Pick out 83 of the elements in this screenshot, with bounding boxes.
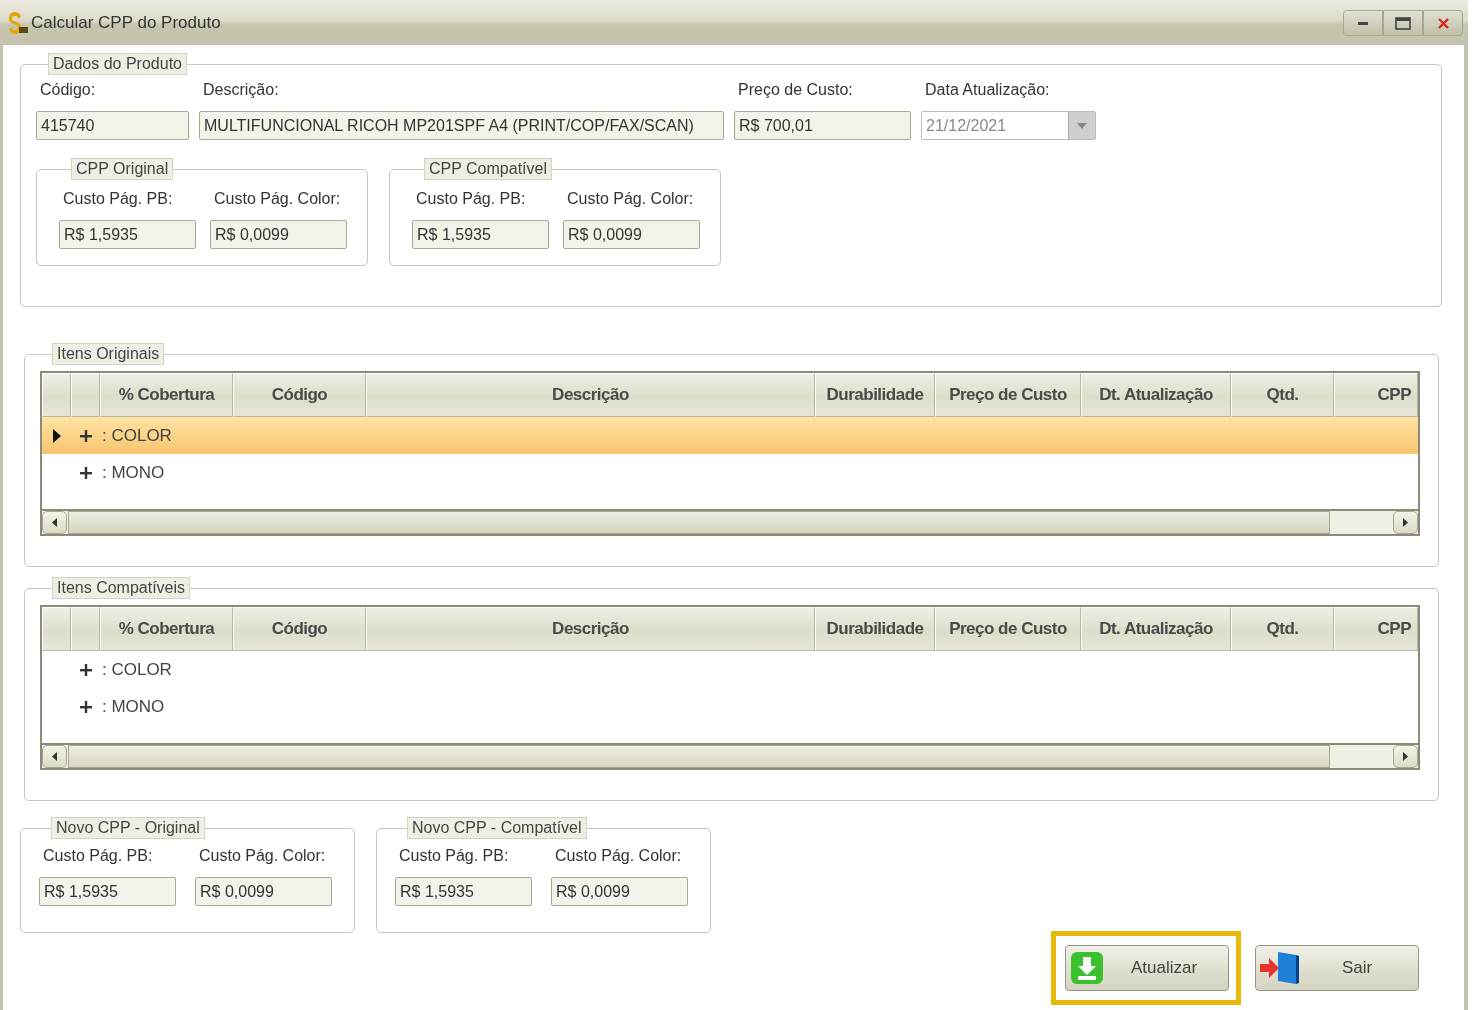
field-label: Custo Pág. PB: (415, 190, 527, 208)
row-label: : MONO (102, 462, 165, 483)
field-label: Custo Pág. PB: (398, 847, 510, 865)
input-field[interactable]: R$ 1,5935 (59, 220, 196, 249)
window-title: Calcular CPP do Produto (31, 12, 221, 33)
scroll-left-button[interactable] (42, 511, 67, 534)
column-header[interactable]: Dt. Atualização (1081, 373, 1231, 417)
group-title: Novo CPP - Original (51, 817, 205, 839)
scroll-thumb[interactable] (68, 745, 1330, 768)
minimize-button[interactable] (1343, 10, 1383, 36)
input-field[interactable]: R$ 1,5935 (39, 877, 176, 906)
input-field[interactable]: R$ 0,0099 (195, 877, 332, 906)
input-field[interactable]: R$ 0,0099 (563, 220, 700, 249)
left-arrow-icon (52, 518, 57, 527)
dropdown-arrow-icon (1077, 122, 1087, 129)
column-header[interactable]: % Cobertura (100, 373, 233, 417)
current-row-indicator-icon (52, 428, 61, 443)
door-exit-icon (1260, 950, 1300, 986)
field-label: Custo Pág. Color: (566, 190, 695, 208)
field-label: Custo Pág. Color: (213, 190, 342, 208)
group-title: Novo CPP - Compatível (407, 817, 587, 839)
action-button[interactable]: Sair (1255, 945, 1419, 991)
right-arrow-icon (1403, 518, 1408, 527)
input-field[interactable]: R$ 1,5935 (412, 220, 549, 249)
action-button[interactable]: Atualizar (1065, 945, 1229, 991)
column-header[interactable]: Código (233, 607, 366, 651)
group-title: CPP Compatível (424, 158, 552, 180)
row-label: : MONO (102, 696, 165, 717)
column-header[interactable]: CPP (1334, 373, 1418, 417)
scroll-left-button[interactable] (42, 745, 67, 768)
right-arrow-icon (1403, 752, 1408, 761)
column-header[interactable]: % Cobertura (100, 607, 233, 651)
left-arrow-icon (52, 752, 57, 761)
column-header[interactable]: Qtd. (1231, 373, 1334, 417)
column-header[interactable]: Durabilidade (815, 607, 935, 651)
group-row[interactable]: : MONO (42, 688, 1418, 725)
column-header[interactable]: Descrição (366, 373, 815, 417)
plus-icon[interactable] (79, 466, 92, 479)
scroll-right-button[interactable] (1393, 511, 1418, 534)
field-label: Descrição: (202, 81, 280, 99)
row-label: : COLOR (102, 425, 172, 446)
column-header[interactable]: Descrição (366, 607, 815, 651)
group-title: Itens Compatíveis (52, 577, 191, 599)
input-field[interactable]: MULTIFUNCIONAL RICOH MP201SPF A4 (PRINT/COP/FAX/SCAN) (199, 111, 724, 140)
input-field[interactable]: R$ 700,01 (734, 111, 911, 140)
column-header[interactable]: Código (233, 373, 366, 417)
group-title: CPP Original (71, 158, 174, 180)
field-label: Código: (39, 81, 97, 99)
field-label: Custo Pág. Color: (554, 847, 683, 865)
column-header[interactable]: CPP (1334, 607, 1418, 651)
field-label: Data Atualização: (924, 81, 1051, 99)
group-row[interactable]: : MONO (42, 454, 1418, 491)
horizontal-scrollbar[interactable] (42, 743, 1418, 768)
field-label: Preço de Custo: (737, 81, 854, 99)
minimize-icon (1358, 21, 1368, 25)
scroll-right-button[interactable] (1393, 745, 1418, 768)
plus-icon[interactable] (79, 663, 92, 676)
column-header[interactable]: Preço de Custo (935, 373, 1081, 417)
close-button[interactable] (1423, 10, 1463, 36)
horizontal-scrollbar[interactable] (42, 509, 1418, 534)
column-header[interactable]: Dt. Atualização (1081, 607, 1231, 651)
input-field[interactable]: R$ 1,5935 (395, 877, 532, 906)
field-label: Custo Pág. Color: (198, 847, 327, 865)
input-field[interactable]: R$ 0,0099 (551, 877, 688, 906)
maximize-icon (1395, 16, 1411, 30)
plus-icon[interactable] (79, 700, 92, 713)
group-title: Dados do Produto (48, 53, 187, 75)
column-header[interactable]: Qtd. (1231, 607, 1334, 651)
field-label: Custo Pág. PB: (62, 190, 174, 208)
column-header[interactable]: Preço de Custo (935, 607, 1081, 651)
maximize-button[interactable] (1383, 10, 1423, 36)
field-label: Custo Pág. PB: (42, 847, 154, 865)
plus-icon[interactable] (79, 429, 92, 442)
input-field[interactable]: R$ 0,0099 (210, 220, 347, 249)
column-header[interactable]: Durabilidade (815, 373, 935, 417)
group-row[interactable]: : COLOR (42, 417, 1418, 454)
row-label: : COLOR (102, 659, 172, 680)
scroll-thumb[interactable] (68, 511, 1330, 534)
close-icon (1437, 17, 1449, 29)
download-icon (1070, 951, 1104, 985)
group-row[interactable]: : COLOR (42, 651, 1418, 688)
input-field[interactable]: 415740 (36, 111, 189, 140)
group-title: Itens Originais (52, 343, 165, 365)
